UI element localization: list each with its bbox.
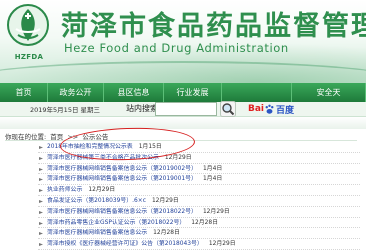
list-item-date: 12月29日 xyxy=(164,154,192,161)
nav-item-0[interactable]: 首页 xyxy=(0,83,48,102)
arrow-bullet-icon xyxy=(39,189,43,193)
list-item-title[interactable]: 食品发证公示（第2018039号）.6×c xyxy=(47,198,146,204)
list-item-title[interactable]: 2018年市抽检和完整情况公示表 xyxy=(47,144,133,150)
list-item-title[interactable]: 菏泽市医疗器械网络销售备案信息公示（第2018022号） xyxy=(47,209,197,215)
list-item-title[interactable]: 菏泽市医疗器械网络销售备案信息公示（第2019001号） xyxy=(47,176,197,182)
arrow-bullet-icon xyxy=(39,199,43,203)
header-arc-decoration xyxy=(0,61,366,83)
list-item: 执业药师公示 12月29日 xyxy=(38,185,360,196)
arrow-bullet-icon xyxy=(39,156,43,160)
divider xyxy=(5,140,357,141)
arrow-bullet-icon xyxy=(39,243,43,247)
list-item-date: 1月4日 xyxy=(202,176,223,183)
current-date: 2019年5月15日 星期三 xyxy=(30,106,101,114)
list-item-title[interactable]: 菏泽市医疗器械网络销售备案信息公示 xyxy=(47,230,147,236)
site-search-input[interactable] xyxy=(155,102,217,116)
list-item-title[interactable]: 菏泽市授权《医疗器械经营许可证》公告（第2018043号） xyxy=(47,241,203,247)
baidu-bai-text: Bai xyxy=(248,104,265,114)
baidu-paw-icon xyxy=(265,104,274,114)
arrow-bullet-icon xyxy=(39,221,43,225)
magnifier-icon[interactable] xyxy=(220,101,236,117)
site-subtitle: Heze Food and Drug Administration xyxy=(64,41,289,55)
list-item-date: 12月28日 xyxy=(153,230,180,237)
announcement-list: 2018年市抽检和完整情况公示表 1月15日菏泽市医疗器械第三类不合格产品批次公示… xyxy=(38,142,360,250)
list-item-date: 1月4日 xyxy=(202,165,223,172)
list-item: 菏泽市医疗器械第三类不合格产品批次公示 12月29日 xyxy=(38,153,360,164)
list-item-date: 12月29日 xyxy=(208,241,236,248)
list-item: 菏泽市医疗器械网络销售备案信息公示（第2019001号） 1月4日 xyxy=(38,174,360,186)
list-item-title[interactable]: 菏泽市医疗器械第三类不合格产品批次公示 xyxy=(47,155,159,161)
logo-text: HZFDA xyxy=(14,53,44,61)
list-item-date: 12月29日 xyxy=(151,197,179,204)
list-item-date: 12月29日 xyxy=(202,208,230,215)
nav-item-3[interactable]: 行业发展 xyxy=(164,83,222,102)
list-item: 食品发证公示（第2018039号）.6×c 12月29日 xyxy=(38,196,360,207)
baidu-search-link[interactable]: Bai 百度 xyxy=(248,103,295,116)
nav-item-5[interactable]: 安全天 xyxy=(292,83,366,102)
nav-item-2[interactable]: 县区信息 xyxy=(104,83,164,102)
nav-item-4[interactable] xyxy=(222,83,292,102)
list-item-title[interactable]: 菏泽市医疗器械网络销售备案信息公示（第2019002号） xyxy=(47,166,197,172)
decorative-band xyxy=(0,117,366,129)
nav-item-1[interactable]: 政务公开 xyxy=(48,83,104,102)
list-item-title[interactable]: 菏泽市药品零售企业GSP认证公示（第2018022号） xyxy=(47,220,185,226)
list-item: 菏泽市医疗器械网络销售备案信息公示（第2018022号） 12月29日 xyxy=(38,207,360,218)
arrow-bullet-icon xyxy=(39,146,43,149)
arrow-bullet-icon xyxy=(39,178,43,182)
list-item: 菏泽市医疗器械网络销售备案信息公示（第2019002号） 1月4日 xyxy=(38,164,360,175)
hzfda-emblem-icon[interactable] xyxy=(6,3,50,53)
arrow-bullet-icon xyxy=(39,210,43,214)
list-item: 菏泽市医疗器械网络销售备案信息公示 12月28日 xyxy=(38,228,360,240)
site-header: HZFDA 菏泽市食品药品监督管理局 Heze Food and Drug Ad… xyxy=(0,0,366,83)
list-item: 菏泽市药品零售企业GSP认证公示（第2018022号） 12月28日 xyxy=(38,218,360,229)
list-item-date: 12月29日 xyxy=(88,187,116,194)
list-item-title[interactable]: 执业药师公示 xyxy=(47,187,82,193)
info-bar: 2019年5月15日 星期三 站内搜索: Bai 百度 xyxy=(0,101,366,117)
list-item: 菏泽市授权《医疗器械经营许可证》公告（第2018043号） 12月29日 xyxy=(38,239,360,250)
list-item-date: 12月28日 xyxy=(191,219,219,226)
arrow-bullet-icon xyxy=(39,167,43,171)
site-title: 菏泽市食品药品监督管理局 xyxy=(61,11,366,42)
arrow-bullet-icon xyxy=(39,232,43,236)
main-nav: 首页 政务公开 县区信息 行业发展 安全天 xyxy=(0,83,366,102)
list-item: 2018年市抽检和完整情况公示表 1月15日 xyxy=(38,142,360,153)
list-item-date: 1月15日 xyxy=(138,144,162,150)
baidu-rest-text: 百度 xyxy=(276,105,295,116)
